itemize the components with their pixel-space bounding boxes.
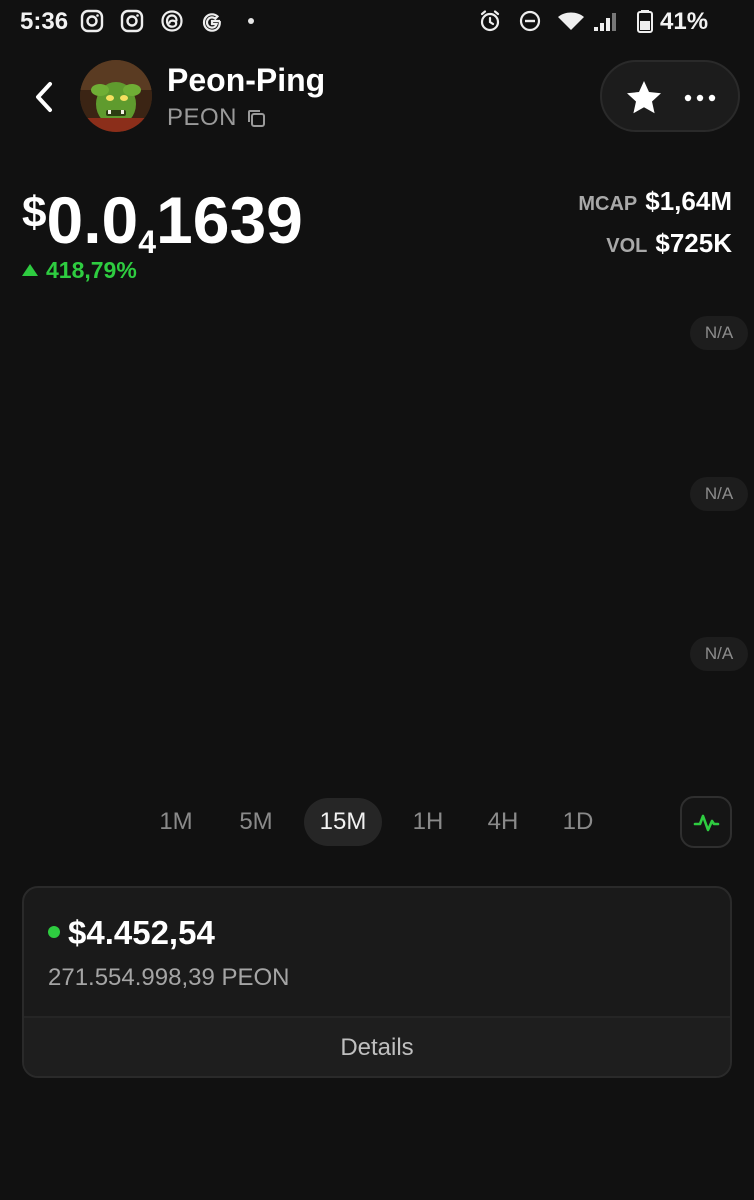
instagram-icon [80, 9, 104, 33]
favorite-star-button[interactable] [624, 78, 664, 118]
axis-badge: N/A [690, 637, 748, 671]
threads-icon [161, 10, 183, 32]
token-price: $0.041639 [22, 182, 303, 260]
notification-dot [248, 18, 254, 24]
holdings-card: $4.452,54 271.554.998,39 PEON Details [22, 886, 732, 1078]
stat-value: $725K [655, 228, 732, 258]
token-avatar [80, 60, 152, 132]
signal-icon [594, 13, 616, 31]
stat-label: MCAP [578, 193, 638, 215]
price-change-value: 418,79% [46, 257, 137, 283]
price-change: 418,79% [22, 257, 137, 284]
wifi-icon [558, 12, 584, 30]
back-button[interactable] [28, 78, 62, 116]
line-chart-icon [693, 814, 720, 832]
timeframe-1h[interactable]: 1H [402, 798, 454, 846]
price-chart[interactable]: N/A N/A N/A [0, 300, 754, 780]
stat-mcap: MCAP $1,64M [578, 186, 732, 228]
price-digits: 1639 [156, 183, 303, 257]
up-arrow-icon [22, 264, 38, 276]
timeframe-1m[interactable]: 1M [150, 798, 202, 846]
live-status-dot [48, 926, 60, 938]
copy-icon[interactable] [246, 108, 266, 128]
holdings-token-amount: 271.554.998,39 PEON [48, 964, 290, 991]
market-stats: MCAP $1,64M VOL $725K [578, 186, 732, 270]
google-icon [202, 13, 221, 32]
timeframe-5m[interactable]: 5M [228, 798, 284, 846]
price-main: 0.0 [46, 183, 139, 257]
chart-type-toggle-button[interactable] [680, 796, 732, 848]
axis-badge: N/A [690, 316, 748, 350]
status-bar: 5:36 41% [0, 0, 754, 44]
timeframe-4h[interactable]: 4H [476, 798, 530, 846]
status-time: 5:36 [20, 8, 69, 35]
stat-label: VOL [606, 235, 648, 257]
battery-icon [637, 10, 653, 33]
header-actions [600, 60, 740, 132]
more-options-button[interactable] [680, 80, 720, 116]
axis-badge: N/A [690, 477, 748, 511]
details-button[interactable]: Details [24, 1016, 730, 1076]
battery-percentage: 41% [660, 8, 709, 35]
peon-avatar-image [80, 60, 152, 132]
token-name: Peon-Ping [167, 62, 326, 98]
token-symbol: PEON [167, 104, 238, 131]
holdings-value: $4.452,54 [68, 914, 215, 951]
price-currency: $ [22, 188, 47, 237]
price-zero-count-subscript: 4 [138, 224, 157, 260]
timeframe-1d[interactable]: 1D [552, 798, 604, 846]
timeframe-15m[interactable]: 15M [304, 798, 382, 846]
alarm-icon [480, 10, 500, 32]
do-not-disturb-icon [519, 10, 541, 32]
stat-value: $1,64M [645, 186, 732, 216]
instagram-icon [120, 9, 144, 33]
stat-volume: VOL $725K [578, 228, 732, 270]
